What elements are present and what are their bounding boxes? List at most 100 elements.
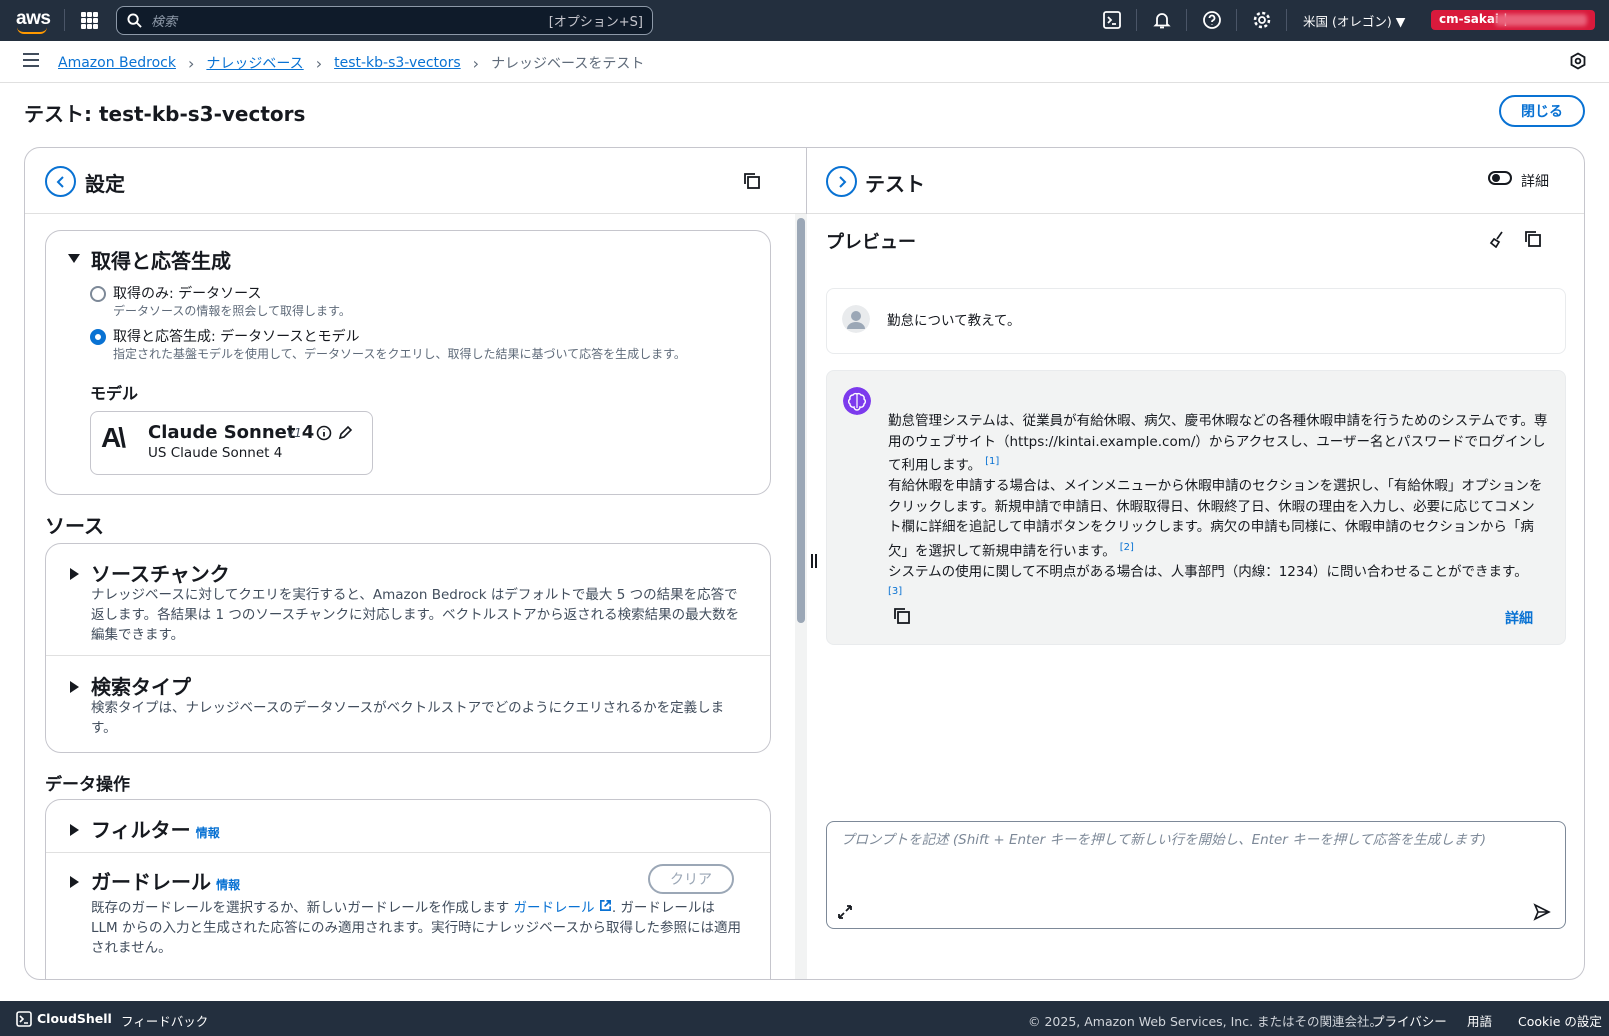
settings-title: 設定: [85, 172, 125, 196]
radio-retrieval-generate[interactable]: [90, 329, 106, 345]
footer-feedback[interactable]: フィードバック: [121, 1011, 208, 1030]
close-button[interactable]: 閉じる: [1499, 95, 1585, 127]
radio-desc-retrieval-only: データソースの情報を照会して取得します。: [113, 304, 351, 318]
ai-response-text: 勤怠管理システムは、従業員が有給休暇、病欠、慶弔休暇などの各種休暇申請を行うため…: [888, 411, 1548, 606]
test-header: テスト 詳細: [807, 148, 1584, 214]
copy-icon[interactable]: [1524, 230, 1542, 248]
search-type-title[interactable]: 検索タイプ: [91, 671, 191, 700]
retrieval-card: 取得と応答生成 取得のみ: データソース データソースの情報を照会して取得します…: [45, 230, 771, 495]
expand-caret-icon[interactable]: [70, 824, 79, 836]
preview-heading: プレビュー: [826, 232, 916, 253]
footer-terms[interactable]: 用語: [1467, 1011, 1492, 1030]
model-card[interactable]: A\ Claude Sonnet 4 v1 US Claude Sonnet 4: [90, 411, 373, 475]
page-title: テスト: test-kb-s3-vectors: [24, 102, 306, 126]
footer: CloudShell フィードバック © 2025, Amazon Web Se…: [0, 1001, 1609, 1036]
user-avatar-icon: [842, 305, 870, 333]
search-input[interactable]: 検索 [オプション+S]: [116, 6, 653, 35]
citation-1[interactable]: [1]: [985, 456, 999, 467]
copy-icon[interactable]: [743, 172, 761, 190]
radio-label-retrieval-generate[interactable]: 取得と応答生成: データソースとモデル: [113, 326, 359, 346]
filter-header[interactable]: フィルター 情報: [91, 814, 220, 843]
nav-divider: [64, 9, 65, 31]
detail-toggle[interactable]: [1488, 171, 1512, 185]
source-chunks-title[interactable]: ソースチャンク: [91, 558, 230, 587]
cloudshell-icon[interactable]: [16, 1011, 32, 1027]
broom-clear-icon[interactable]: [1488, 230, 1506, 248]
clear-button[interactable]: クリア: [648, 864, 734, 894]
bell-icon[interactable]: [1152, 10, 1172, 30]
model-heading: モデル: [90, 384, 139, 403]
settings-pane: 設定 取得と応答生成 取得のみ: データソース データソースの情報を照会して取得…: [25, 148, 807, 979]
help-icon[interactable]: [1202, 10, 1222, 30]
expand-caret-icon[interactable]: [70, 681, 79, 693]
breadcrumb-bar: Amazon Bedrock › ナレッジベース › test-kb-s3-ve…: [0, 41, 1609, 83]
divider: [46, 852, 770, 853]
breadcrumb-bedrock[interactable]: Amazon Bedrock: [58, 55, 176, 71]
expand-caret-icon[interactable]: [68, 254, 80, 263]
chevron-right-icon: ›: [315, 53, 323, 73]
details-link[interactable]: 詳細: [1505, 608, 1533, 628]
nav-divider: [1286, 9, 1287, 31]
services-grid-icon[interactable]: [81, 12, 98, 29]
search-shortcut: [オプション+S]: [548, 15, 643, 30]
user-message-text: 勤怠について教えて。: [887, 313, 1021, 329]
radio-desc-retrieval-generate: 指定された基盤モデルを使用して、データソースをクエリし、取得した結果に基づいて応…: [113, 347, 686, 361]
source-card: ソースチャンク ナレッジベースに対してクエリを実行すると、Amazon Bedr…: [45, 543, 771, 753]
top-navigation: aws 検索 [オプション+S] 米国 (オレゴン) ▼ cm-sakai |: [0, 0, 1609, 41]
footer-privacy[interactable]: プライバシー: [1372, 1011, 1447, 1030]
region-selector[interactable]: 米国 (オレゴン) ▼: [1303, 11, 1405, 30]
footer-copyright: © 2025, Amazon Web Services, Inc. またはその関…: [1028, 1014, 1383, 1029]
breadcrumb-kb-name[interactable]: test-kb-s3-vectors: [334, 55, 461, 71]
citation-2[interactable]: [2]: [1120, 542, 1134, 553]
chevron-right-icon: ›: [187, 53, 195, 73]
account-menu[interactable]: cm-sakai |: [1431, 10, 1595, 30]
expand-arrows-icon[interactable]: [837, 904, 853, 920]
guardrail-desc: 既存のガードレールを選択するか、新しいガードレールを作成します ガードレール .…: [91, 898, 741, 958]
expand-caret-icon[interactable]: [70, 876, 79, 888]
account-redacted: [1495, 14, 1587, 26]
data-ops-card: フィルター 情報 ガードレール 情報 クリア 既存のガードレールを選択するか、新…: [45, 799, 771, 979]
guardrail-link-text: ガードレール: [513, 900, 595, 916]
expand-caret-icon[interactable]: [70, 568, 79, 580]
nav-divider: [1136, 9, 1137, 31]
breadcrumb-knowledge-base[interactable]: ナレッジベース: [206, 53, 303, 73]
radio-retrieval-only[interactable]: [90, 286, 106, 302]
test-title: テスト: [865, 172, 925, 196]
expand-right-button[interactable]: [826, 166, 857, 197]
settings-scrollbar-thumb[interactable]: [797, 218, 805, 623]
chevron-right-icon: ›: [472, 53, 480, 73]
ai-response: 勤怠管理システムは、従業員が有給休暇、病欠、慶弔休暇などの各種休暇申請を行うため…: [826, 370, 1566, 645]
prompt-input[interactable]: プロンプトを記述 (Shift + Enter キーを押して新しい行を開始し、E…: [826, 821, 1566, 929]
hexagon-settings-icon[interactable]: [1569, 52, 1587, 70]
breadcrumb: Amazon Bedrock › ナレッジベース › test-kb-s3-ve…: [58, 53, 644, 73]
filter-info-link[interactable]: 情報: [196, 826, 220, 840]
copy-response-icon[interactable]: [893, 607, 911, 625]
nav-divider: [1236, 9, 1237, 31]
divider: [46, 655, 770, 656]
guardrail-info-link[interactable]: 情報: [216, 878, 240, 892]
settings-header: 設定: [25, 148, 806, 214]
guardrail-link[interactable]: ガードレール: [514, 900, 612, 916]
send-icon[interactable]: [1533, 903, 1551, 921]
edit-pencil-icon[interactable]: [337, 425, 353, 441]
collapse-left-button[interactable]: [45, 166, 76, 197]
data-ops-heading: データ操作: [45, 775, 130, 795]
cloudshell-icon[interactable]: [1102, 10, 1122, 30]
info-icon[interactable]: [316, 425, 332, 441]
prompt-placeholder: プロンプトを記述 (Shift + Enter キーを押して新しい行を開始し、E…: [841, 832, 1486, 848]
chevron-right-icon: [838, 175, 846, 188]
footer-cookie[interactable]: Cookie の設定: [1518, 1011, 1602, 1030]
search-placeholder: 検索: [151, 15, 178, 30]
chevron-left-icon: [56, 175, 64, 188]
response-para-2: 有給休暇を申請する場合は、メインメニューから休暇申請のセクションを選択し、「有給…: [888, 478, 1543, 559]
footer-cloudshell[interactable]: CloudShell: [37, 1011, 112, 1026]
external-link-icon: [599, 900, 611, 911]
menu-hamburger-icon[interactable]: [23, 53, 39, 67]
response-para-3: システムの使用に関して不明点がある場合は、人事部門（内線：1234）に問い合わせ…: [888, 563, 1528, 580]
radio-label-retrieval-only[interactable]: 取得のみ: データソース: [113, 283, 261, 303]
citation-3[interactable]: [3]: [888, 586, 902, 597]
settings-gear-icon[interactable]: [1252, 10, 1272, 30]
breadcrumb-current: ナレッジベースをテスト: [491, 56, 645, 72]
guardrail-desc-pre: 既存のガードレールを選択するか、新しいガードレールを作成します: [91, 900, 510, 916]
guardrail-header[interactable]: ガードレール 情報: [91, 866, 240, 895]
